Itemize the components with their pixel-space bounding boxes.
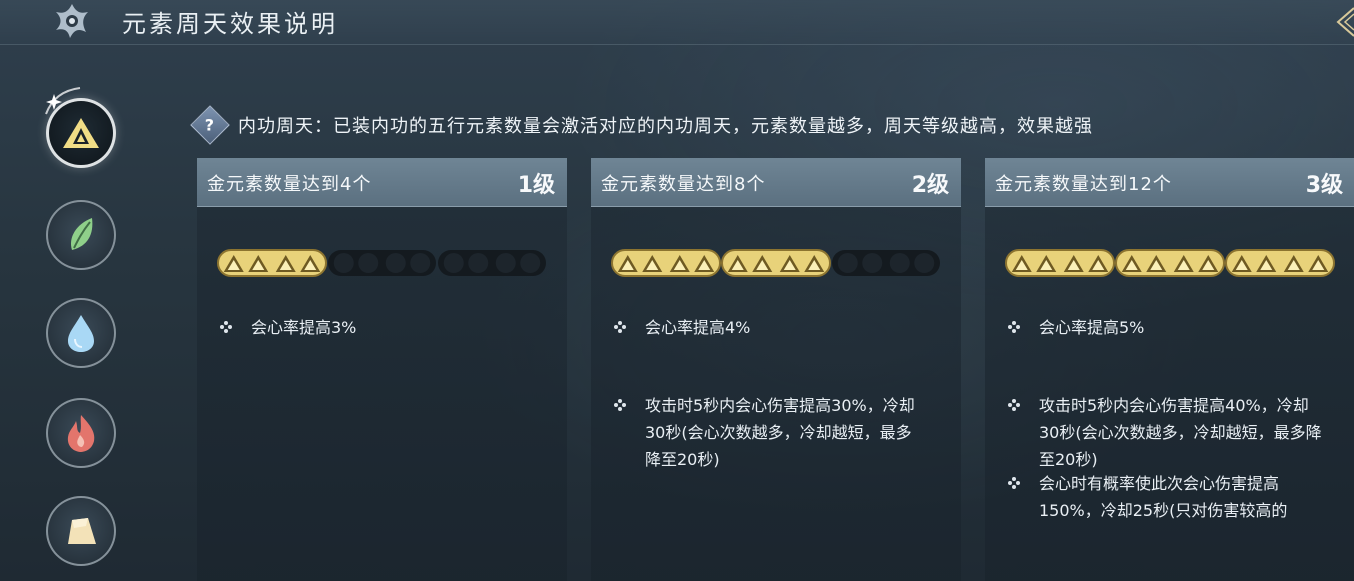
element-slot-empty: [443, 253, 464, 273]
bullet-icon: [1008, 399, 1020, 411]
logo-icon: [56, 4, 88, 38]
effect-item: 会心率提高5%: [1007, 314, 1337, 341]
earth-rock-icon: [68, 518, 96, 544]
card-level: 1级: [517, 173, 555, 198]
card-title: 金元素数量达到12个: [995, 174, 1172, 195]
flame-icon: [67, 415, 95, 452]
water-drop-icon: [68, 315, 94, 352]
level-card-3: 金元素数量达到12个 3级 会心率提高5% 攻击时5秒内会心伤害提高40%，冷却…: [985, 158, 1354, 581]
element-count-bar: [1005, 249, 1335, 277]
leaf-icon: [70, 218, 93, 250]
effect-item: 会心率提高4%: [613, 314, 943, 341]
card-title: 金元素数量达到8个: [601, 174, 766, 195]
effect-item: 攻击时5秒内会心伤害提高30%，冷却30秒(会心次数越多，冷却越短，最多降至20…: [613, 392, 943, 473]
sidebar-item-water[interactable]: [46, 298, 116, 368]
effect-item: 会心率提高3%: [219, 314, 549, 341]
element-sidebar: [0, 80, 160, 580]
element-slot-empty: [862, 253, 883, 273]
element-count-bar: [611, 249, 940, 277]
sidebar-item-fire[interactable]: [46, 398, 116, 468]
effect-item: 会心时有概率使此次会心伤害提高150%，冷却25秒(只对伤害较高的: [1007, 470, 1337, 524]
card-level: 2级: [911, 173, 949, 198]
card-title: 金元素数量达到4个: [207, 174, 372, 195]
bullet-icon: [614, 399, 626, 411]
sidebar-item-wood[interactable]: [46, 200, 116, 270]
bullet-icon: [1008, 477, 1020, 489]
level-card-2: 金元素数量达到8个 2级 会心率提高4% 攻击时5秒内会心伤害提高30%，冷却3…: [591, 158, 961, 581]
card-header: 金元素数量达到4个 1级: [197, 158, 567, 207]
element-slot-empty: [410, 253, 431, 273]
element-count-bar: [217, 249, 546, 277]
element-slot-empty: [333, 253, 354, 273]
gold-triangle-icon: [63, 118, 99, 148]
question-icon[interactable]: ?: [190, 105, 230, 145]
close-icon[interactable]: [1328, 6, 1354, 38]
element-slot-empty: [837, 253, 858, 273]
effect-item: 攻击时5秒内会心伤害提高40%，冷却30秒(会心次数越多，冷却越短，最多降至20…: [1007, 392, 1337, 473]
help-line: ? 内功周天：已装内功的五行元素数量会激活对应的内功周天，元素数量越多，周天等级…: [190, 105, 1093, 145]
page-title: 元素周天效果说明: [122, 10, 338, 38]
bullet-icon: [220, 321, 232, 333]
element-slot-empty: [468, 253, 489, 273]
sidebar-item-earth[interactable]: [46, 496, 116, 566]
element-slot-empty: [914, 253, 935, 273]
card-header: 金元素数量达到12个 3级: [985, 158, 1354, 207]
element-slot-empty: [385, 253, 406, 273]
sidebar-item-metal[interactable]: [46, 98, 116, 168]
element-slot-empty: [495, 253, 516, 273]
level-card-1: 金元素数量达到4个 1级 会心率提高3%: [197, 158, 567, 581]
card-header: 金元素数量达到8个 2级: [591, 158, 961, 207]
bullet-icon: [1008, 321, 1020, 333]
bullet-icon: [614, 321, 626, 333]
element-slot-empty: [358, 253, 379, 273]
help-text: 内功周天：已装内功的五行元素数量会激活对应的内功周天，元素数量越多，周天等级越高…: [238, 116, 1093, 137]
element-slot-empty: [889, 253, 910, 273]
card-level: 3级: [1305, 173, 1343, 198]
element-slot-empty: [520, 253, 541, 273]
